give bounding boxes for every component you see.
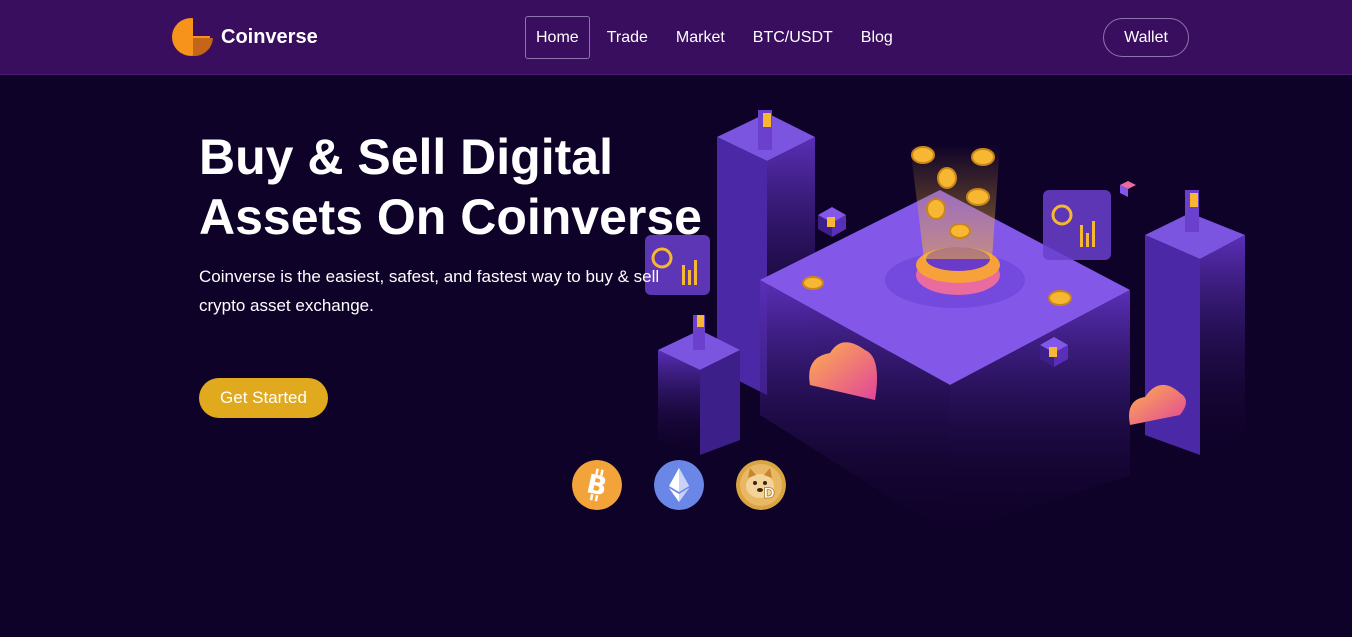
nav-blog[interactable]: Blog (850, 16, 904, 59)
nav-btc-usdt[interactable]: BTC/USDT (742, 16, 844, 59)
main-nav: Home Trade Market BTC/USDT Blog (525, 16, 910, 59)
hero-title: Buy & Sell Digital Assets On Coinverse (199, 127, 719, 247)
nav-trade[interactable]: Trade (596, 16, 659, 59)
brand-name: Coinverse (221, 25, 318, 48)
coinverse-logo-icon (172, 17, 213, 57)
wallet-button[interactable]: Wallet (1103, 18, 1189, 57)
get-started-button[interactable]: Get Started (199, 378, 328, 418)
chart-panel-right (1043, 190, 1111, 260)
dogecoin-icon[interactable]: D (736, 460, 786, 510)
bitcoin-icon[interactable]: B (572, 460, 622, 510)
ethereum-icon[interactable] (654, 460, 704, 510)
hero-title-line-1: Buy & Sell Digital (199, 129, 613, 185)
hero-title-line-2: Assets On Coinverse (199, 189, 702, 245)
navbar: Coinverse Home Trade Market BTC/USDT Blo… (0, 0, 1352, 75)
supported-coins: B D (572, 460, 786, 510)
nav-market[interactable]: Market (665, 16, 736, 59)
svg-text:D: D (763, 486, 775, 502)
brand-logo[interactable]: Coinverse (171, 17, 318, 57)
nav-home[interactable]: Home (525, 16, 590, 59)
hero-description: Coinverse is the easiest, safest, and fa… (199, 267, 660, 315)
